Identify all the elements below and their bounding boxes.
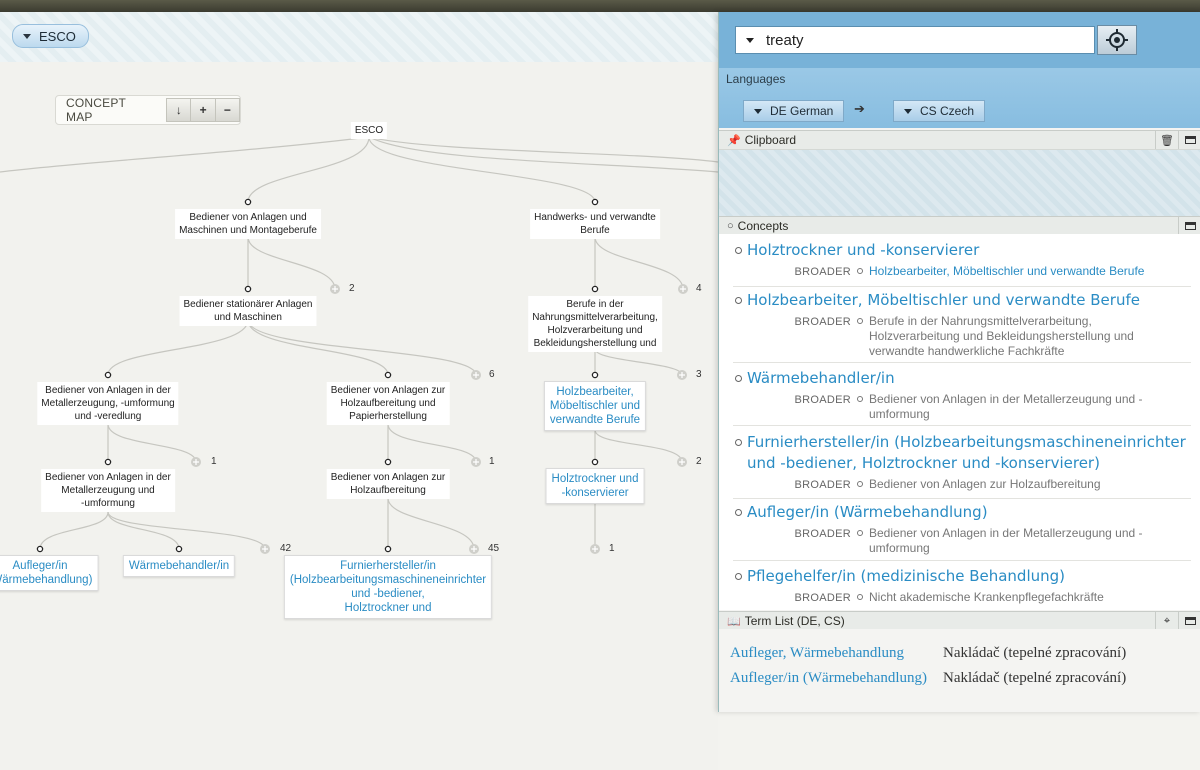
arrow-right-icon: ➔ [854,101,865,116]
crosshair-icon [1106,29,1128,51]
concept-title[interactable]: Wärmebehandler/in [733,368,1191,389]
broader-label: BROADER [794,592,851,604]
broader-label: BROADER [794,266,851,278]
window-icon[interactable] [1178,131,1200,149]
broader-value[interactable]: Bediener von Anlagen zur Holzaufbereitun… [851,477,1179,492]
concepts-header: ○ Concepts [719,216,1200,236]
child-count: 2 [349,283,355,294]
tree-node[interactable]: Bediener von Anlagen zur Holzaufbereitun… [326,469,450,499]
locate-button[interactable] [1097,25,1137,55]
target-language-dropdown[interactable]: CS Czech [893,100,986,122]
window-icon[interactable] [1178,217,1200,235]
child-count: 42 [280,543,292,554]
circle-icon: ○ [727,220,734,232]
concept-item[interactable]: Wärmebehandler/in BROADER Bediener von A… [733,368,1191,426]
broader-value[interactable]: Berufe in der Nahrungsmittelverarbeitung… [851,314,1179,359]
search-area: treaty [719,12,1200,68]
book-icon: 📖 [727,615,741,628]
pin-icon: 📌 [727,134,741,147]
tree-node-root[interactable]: ESCO [350,122,388,139]
child-count: 1 [489,456,495,467]
term-czech: Nakládač (tepelné zpracování) [943,645,1127,661]
concept-title[interactable]: Holzbearbeiter, Möbeltischler und verwan… [733,290,1191,311]
chevron-down-icon [754,108,762,114]
tree-node[interactable]: Bediener von Anlagen in der Metallerzeug… [41,469,175,512]
term-czech: Nakládač (tepelné zpracování) [943,670,1127,686]
child-count: 3 [696,369,702,380]
clipboard-dropzone[interactable] [719,150,1200,216]
tree-node-highlighted[interactable]: Furnierhersteller/in (Holzbearbeitungsma… [283,555,493,619]
tree-node-highlighted[interactable]: Holztrockner und -konservierer [545,468,645,504]
term-german[interactable]: Aufleger/in (Wärmebehandlung) [730,670,930,686]
concept-item[interactable]: Furnierhersteller/in (Holzbearbeitungsma… [733,432,1191,499]
tree-node[interactable]: Handwerks- und verwandte Berufe [530,209,660,239]
search-value: treaty [766,31,804,49]
tree-node[interactable]: Bediener von Anlagen und Maschinen und M… [175,209,321,239]
broader-value[interactable]: Bediener von Anlagen in der Metallerzeug… [851,526,1179,556]
concept-item[interactable]: Aufleger/in (Wärmebehandlung) BROADER Be… [733,502,1191,561]
tree-node[interactable]: Bediener von Anlagen zur Holzaufbereitun… [326,382,450,425]
concept-title[interactable]: Aufleger/in (Wärmebehandlung) [733,502,1191,523]
concepts-title: Concepts [737,219,789,233]
tree-node[interactable]: Bediener von Anlagen in der Metallerzeug… [37,382,179,425]
child-count: 45 [488,543,500,554]
source-language-label: DE German [770,104,834,118]
concepts-list: Holztrockner und -konservierer BROADER H… [719,234,1200,610]
concept-title[interactable]: Pflegehelfer/in (medizinische Behandlung… [733,566,1191,587]
broader-label: BROADER [794,528,851,540]
chevron-down-icon[interactable] [746,37,754,43]
target-language-label: CS Czech [920,104,975,118]
languages-title: Languages [726,72,786,86]
tree-node[interactable]: Berufe in der Nahrungsmittelverarbeitung… [528,296,662,352]
term-german[interactable]: Aufleger, Wärmebehandlung [730,645,930,661]
window-icon[interactable] [1178,612,1200,630]
broader-value[interactable]: Nicht akademische Krankenpflegefachkräft… [851,590,1179,605]
window-top-bar [0,0,1200,12]
concept-item[interactable]: Pflegehelfer/in (medizinische Behandlung… [733,566,1191,610]
termlist-title: Term List (DE, CS) [744,614,845,628]
source-language-dropdown[interactable]: DE German [743,100,845,122]
tree-node[interactable]: Bediener stationärer Anlagen und Maschin… [179,296,317,326]
child-count: 1 [609,543,615,554]
child-count: 4 [696,283,702,294]
search-input[interactable]: treaty [735,26,1095,54]
chevron-down-icon [904,108,912,114]
right-panel: treaty Languages DE German ➔ CS Czech 📌 … [718,12,1200,712]
clipboard-title: Clipboard [744,133,797,147]
crosshair-icon[interactable]: ⌖ [1155,612,1178,630]
child-count: 1 [211,456,217,467]
child-count: 2 [696,456,702,467]
tree-node-highlighted[interactable]: Wärmebehandler/in [122,555,236,577]
term-list: Aufleger, Wärmebehandlung Nakládač (tepe… [719,629,1200,712]
tree-node-highlighted[interactable]: Holzbearbeiter, Möbeltischler und verwan… [543,381,647,431]
termlist-header: 📖 Term List (DE, CS) ⌖ [719,611,1200,631]
languages-section: Languages DE German ➔ CS Czech [719,68,1200,128]
concept-title[interactable]: Furnierhersteller/in (Holzbearbeitungsma… [733,432,1191,474]
concept-title[interactable]: Holztrockner und -konservierer [733,240,1191,261]
concept-map-area: ESCO CONCEPT MAP ↓ + − ESCO Bediener von… [0,12,718,770]
concept-item[interactable]: Holzbearbeiter, Möbeltischler und verwan… [733,290,1191,363]
child-count: 6 [489,369,495,380]
broader-label: BROADER [794,479,851,491]
clipboard-header: 📌 Clipboard 🗑 [719,130,1200,150]
trash-icon[interactable]: 🗑 [1155,131,1178,149]
broader-value[interactable]: Bediener von Anlagen in der Metallerzeug… [851,392,1179,422]
concept-item[interactable]: Holztrockner und -konservierer BROADER H… [733,240,1191,287]
broader-label: BROADER [794,316,851,328]
broader-link[interactable]: Holzbearbeiter, Möbeltischler und verwan… [851,264,1179,279]
broader-label: BROADER [794,394,851,406]
tree-node-highlighted[interactable]: Aufleger/in (Wärmebehandlung) [0,555,99,591]
